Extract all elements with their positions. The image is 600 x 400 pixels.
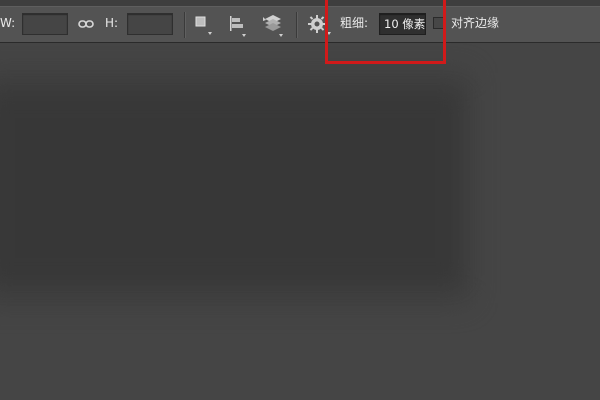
path-arrangement-icon[interactable] [261,13,285,39]
canvas-workspace[interactable] [0,43,600,400]
highlight-annotation [325,0,446,64]
width-input[interactable] [22,13,68,35]
path-operations-icon[interactable] [194,15,214,37]
document-shadow-inner [0,93,460,283]
align-edges-label: 对齐边缘 [451,16,500,30]
path-alignment-icon[interactable] [227,14,249,38]
separator [296,12,297,38]
link-icon[interactable] [78,18,94,30]
options-bar: W: H: 粗细: 10 像素 对齐边缘 [0,6,600,43]
height-label: H: [105,16,119,30]
height-input[interactable] [127,13,173,35]
separator [184,12,185,38]
width-label: W: [0,16,16,30]
